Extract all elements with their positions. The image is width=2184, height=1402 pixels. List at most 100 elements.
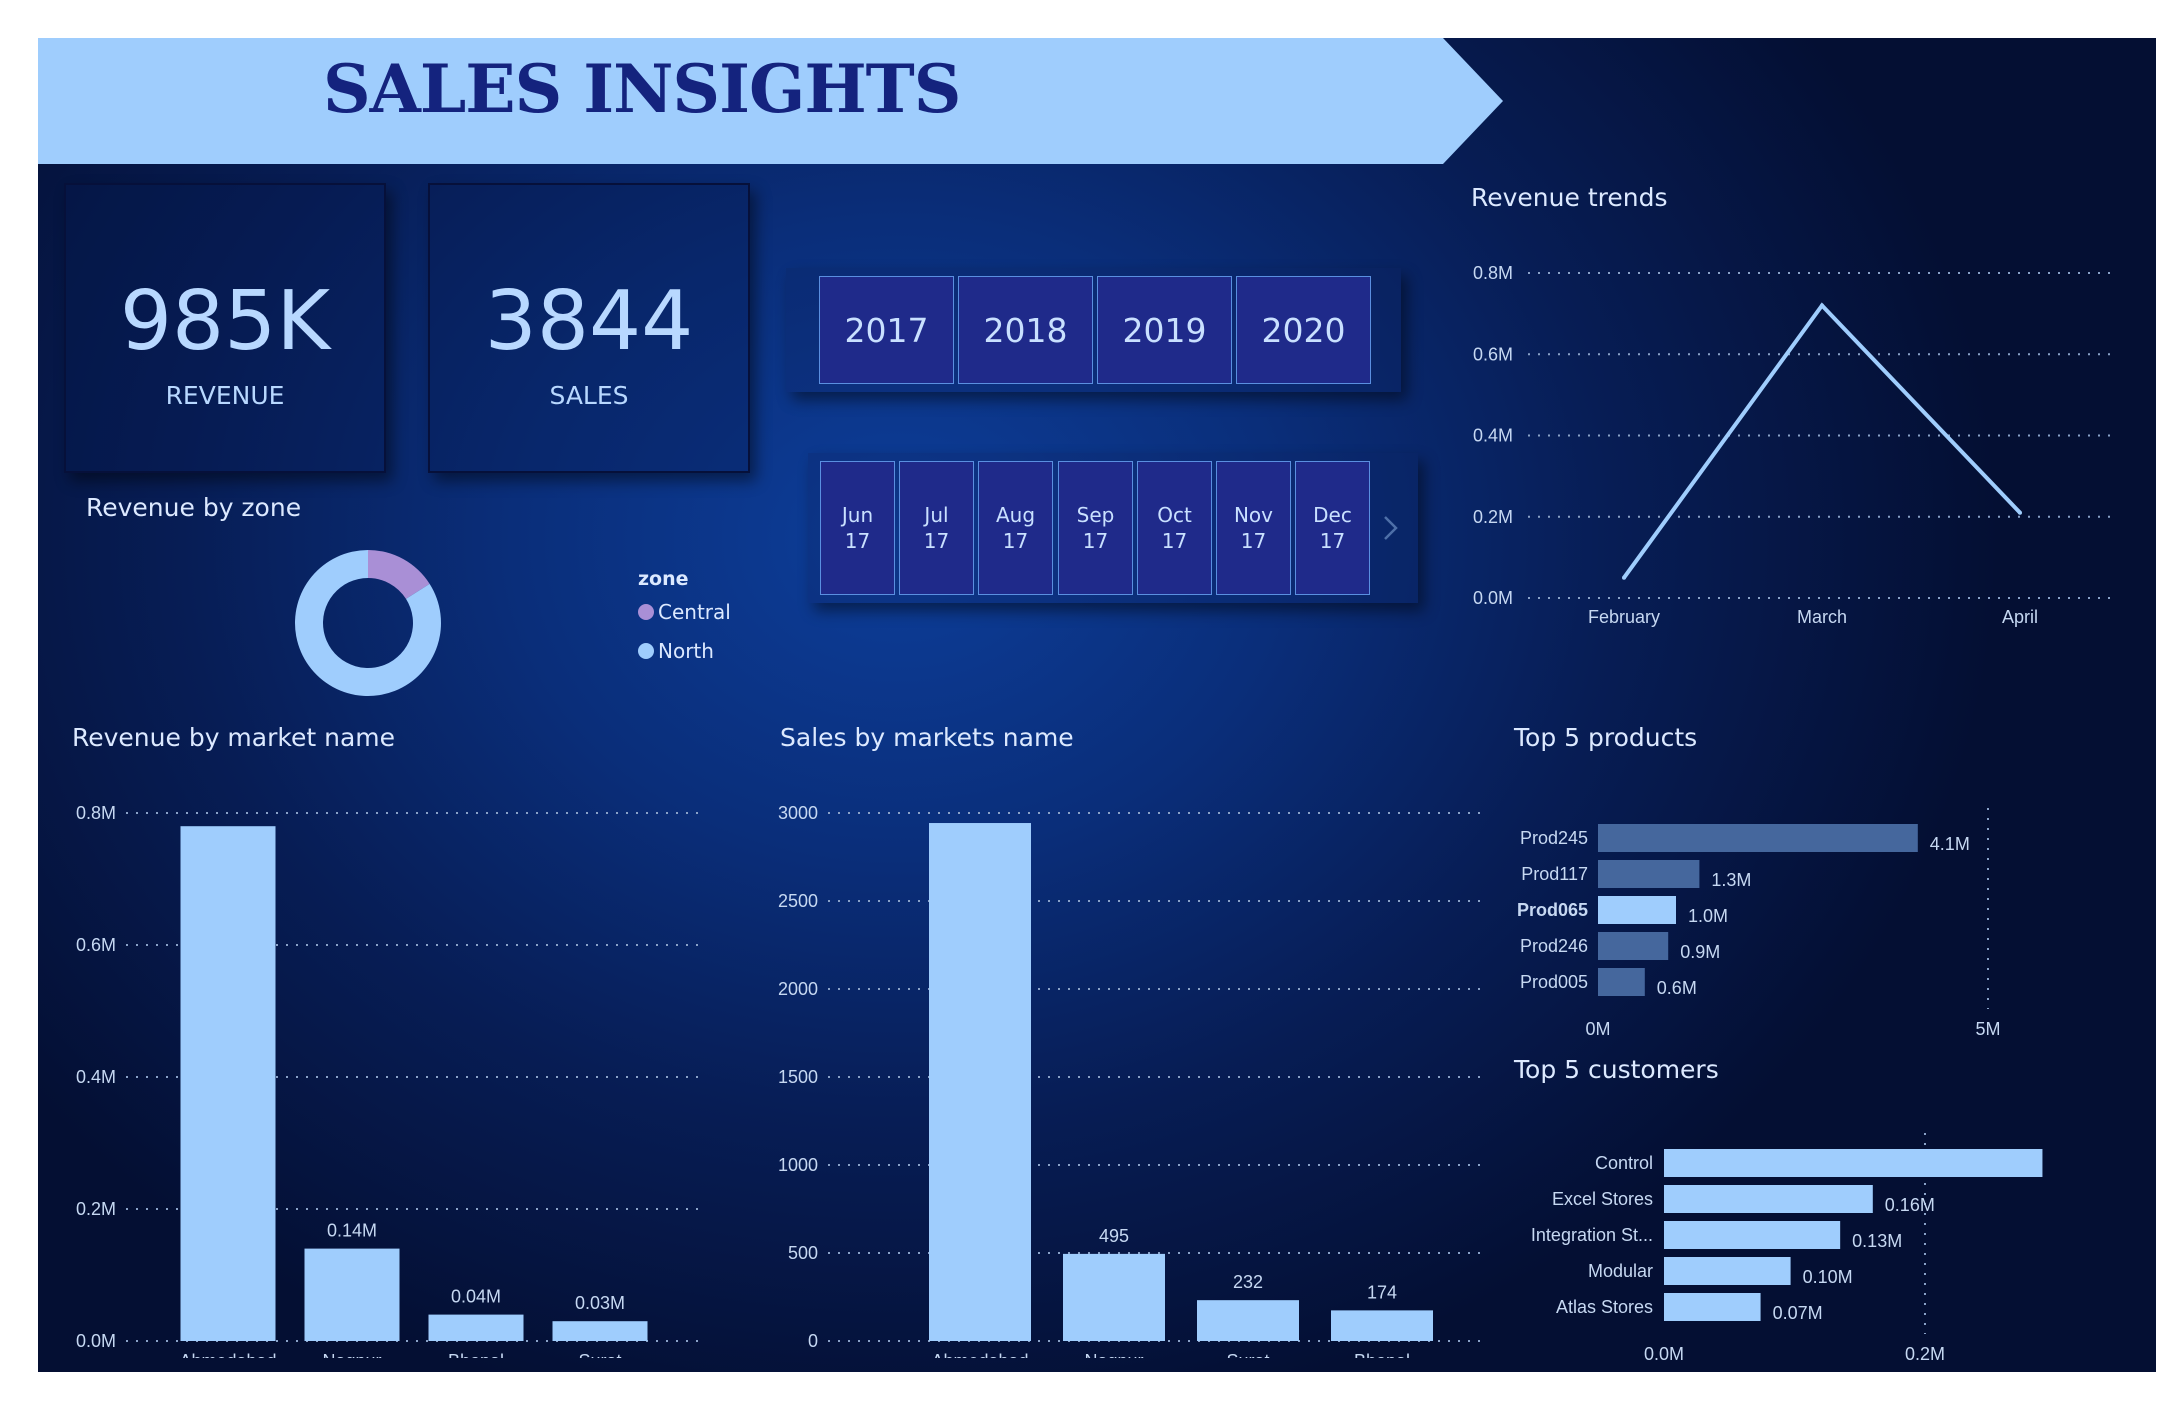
- x-tick-label: 0.2M: [1905, 1344, 1945, 1364]
- kpi-sales-label: SALES: [549, 381, 629, 410]
- month-tile-month: Jul: [924, 503, 949, 527]
- month-tile[interactable]: Aug 17: [978, 461, 1053, 595]
- year-tile[interactable]: 2018: [958, 276, 1093, 384]
- month-tile-year: 17: [1240, 529, 1267, 553]
- legend-marker-north: [638, 643, 654, 659]
- y-tick-label: 0.4M: [1473, 426, 1513, 446]
- page-title: SALES INSIGHTS: [323, 50, 961, 128]
- sales-by-market-title: Sales by markets name: [780, 723, 1074, 752]
- year-tile[interactable]: 2019: [1097, 276, 1232, 384]
- y-tick-label: Prod065: [1517, 900, 1588, 920]
- month-tile[interactable]: Sep 17: [1058, 461, 1133, 595]
- data-label: 0.10M: [1803, 1267, 1853, 1287]
- y-tick-label: 1500: [778, 1067, 818, 1087]
- x-tick-label: 0.0M: [1644, 1344, 1684, 1364]
- bar-surat: [552, 1321, 648, 1341]
- y-tick-label: Prod117: [1521, 864, 1588, 884]
- month-tile[interactable]: Jul 17: [899, 461, 974, 595]
- x-tick-label: Bhopal: [448, 1351, 504, 1358]
- bar-bhopal: [428, 1314, 524, 1341]
- bar-atlas-stores: [1664, 1293, 1761, 1321]
- y-tick-label: 2000: [778, 979, 818, 999]
- data-label: 0.14M: [327, 1221, 377, 1241]
- data-label: 1.3M: [1711, 870, 1751, 890]
- trend-point: [1820, 303, 1824, 308]
- y-tick-label: Atlas Stores: [1556, 1297, 1653, 1317]
- x-tick-label: Ahmedabad: [179, 1351, 276, 1358]
- y-tick-label: Integration St...: [1531, 1225, 1653, 1245]
- top-products-title: Top 5 products: [1514, 723, 1698, 752]
- y-tick-label: 0.8M: [1473, 263, 1513, 283]
- legend-label-north: North: [658, 639, 714, 663]
- zone-legend-title: zone: [638, 568, 689, 590]
- month-tile-month: Aug: [995, 503, 1036, 527]
- kpi-revenue-value: 985K: [119, 274, 331, 369]
- data-label: 232: [1233, 1272, 1263, 1292]
- top-customers-chart: 0.0M 0.2M Control Excel Stores 0.16M Integrat…: [1531, 1133, 2043, 1364]
- bar-modular: [1664, 1257, 1791, 1285]
- data-label: 0.9M: [1680, 942, 1720, 962]
- month-tile[interactable]: Nov 17: [1216, 461, 1291, 595]
- revenue-by-market-chart: 0.0M 0.2M 0.4M 0.6M 0.8M Ahmedabad 0.14M Nagpur…: [76, 803, 698, 1358]
- bar-bhopal: [1331, 1310, 1433, 1341]
- x-tick-label: March: [1797, 607, 1847, 627]
- month-tile-year: 17: [844, 529, 871, 553]
- legend-item-north[interactable]: North: [638, 639, 714, 663]
- x-tick-label: Nagpur: [322, 1351, 381, 1358]
- month-tile-year: 17: [923, 529, 950, 553]
- data-label: 0.04M: [451, 1287, 501, 1307]
- bar-surat: [1197, 1300, 1299, 1341]
- month-tile-year: 17: [1002, 529, 1029, 553]
- y-tick-label: 0.4M: [76, 1067, 116, 1087]
- bar-integration-st-: [1664, 1221, 1841, 1249]
- month-tile[interactable]: Dec 17: [1295, 461, 1370, 595]
- revenue-trends-title: Revenue trends: [1471, 183, 1668, 212]
- month-tile-month: Oct: [1157, 503, 1192, 527]
- data-label: 495: [1099, 1226, 1129, 1246]
- y-tick-label: 0.2M: [1473, 507, 1513, 527]
- trend-point: [1622, 575, 1626, 580]
- y-tick-label: 0: [808, 1331, 818, 1351]
- data-label: 1.0M: [1688, 906, 1728, 926]
- zone-chart-title: Revenue by zone: [86, 493, 302, 522]
- y-tick-label: 0.8M: [76, 803, 116, 823]
- legend-item-central[interactable]: Central: [638, 600, 731, 624]
- y-tick-label: Control: [1595, 1153, 1653, 1173]
- x-tick-label: February: [1588, 607, 1660, 627]
- x-tick-label: 5M: [1975, 1019, 2000, 1039]
- trend-point: [2018, 510, 2022, 515]
- revenue-trends-chart: 0.0M 0.2M 0.4M 0.6M 0.8M February March April: [1473, 263, 2118, 627]
- dashboard-canvas: SALES INSIGHTS 985K REVENUE 3844 SALES 2…: [38, 38, 2156, 1372]
- y-tick-label: 1000: [778, 1155, 818, 1175]
- legend-marker-central: [638, 604, 654, 620]
- x-tick-label: Nagpur: [1084, 1351, 1143, 1358]
- x-tick-label: April: [2002, 607, 2038, 627]
- month-tile-month: Nov: [1233, 503, 1274, 527]
- month-tile[interactable]: Jun 17: [820, 461, 895, 595]
- kpi-revenue-label: REVENUE: [165, 381, 285, 410]
- data-label: 174: [1367, 1282, 1397, 1302]
- month-tile[interactable]: Oct 17: [1137, 461, 1212, 595]
- top-customers-title: Top 5 customers: [1514, 1055, 1719, 1084]
- year-tile[interactable]: 2020: [1236, 276, 1371, 384]
- legend-label-central: Central: [658, 600, 731, 624]
- revenue-by-market-title: Revenue by market name: [72, 723, 395, 752]
- sales-by-market-chart: 0 500 1000 1500 2000 2500 3000 Ahmedabad 495 Nagp…: [778, 803, 1483, 1358]
- bar-prod117: [1598, 860, 1700, 888]
- bar-prod065: [1598, 896, 1676, 924]
- x-tick-label: 0M: [1585, 1019, 1610, 1039]
- year-tile[interactable]: 2017: [819, 276, 954, 384]
- top-products-chart: 0M 5M Prod245 4.1M Prod117 1.3M Prod065 1.0M Pro…: [1517, 808, 2001, 1039]
- y-tick-label: 0.2M: [76, 1199, 116, 1219]
- bar-nagpur: [1063, 1253, 1165, 1341]
- kpi-card-revenue: 985K REVENUE: [64, 183, 386, 473]
- data-label: 4.1M: [1930, 834, 1970, 854]
- y-tick-label: 0.0M: [1473, 588, 1513, 608]
- y-tick-label: 0.6M: [76, 935, 116, 955]
- y-tick-label: Prod246: [1520, 936, 1588, 956]
- x-tick-label: Surat: [578, 1351, 621, 1358]
- bar-nagpur: [304, 1248, 400, 1341]
- month-tile-month: Jun: [841, 503, 874, 527]
- chevron-right-icon[interactable]: [1381, 513, 1401, 543]
- y-tick-label: Excel Stores: [1552, 1189, 1653, 1209]
